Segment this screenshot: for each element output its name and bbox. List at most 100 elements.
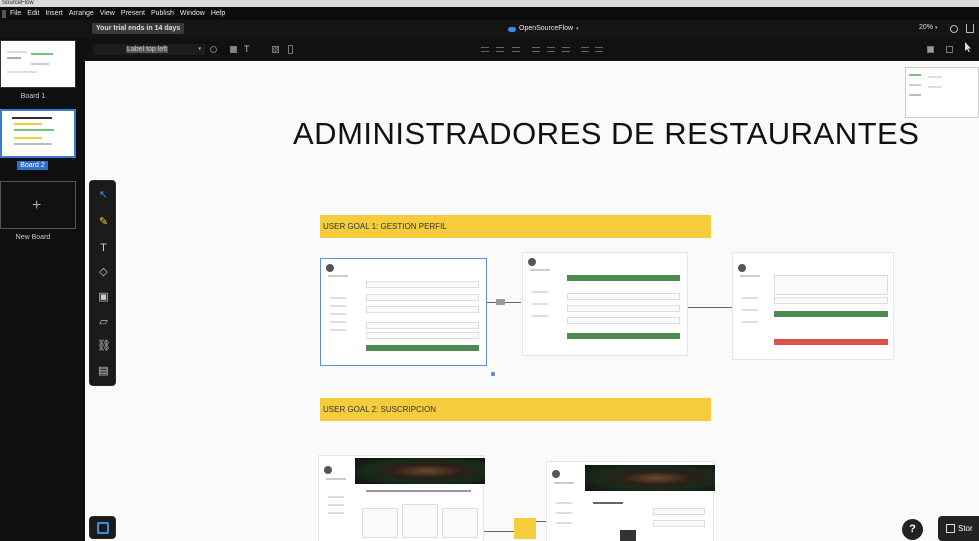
sidebar-line: [532, 315, 548, 317]
document-title[interactable]: OpenSourceFlow ▾: [508, 23, 579, 35]
pointer-tool[interactable]: ↖: [97, 189, 110, 202]
thumb-line: [928, 86, 942, 88]
form-field: [366, 281, 479, 288]
menu-file[interactable]: File: [7, 10, 24, 17]
form-field: [653, 508, 705, 515]
zoom-level[interactable]: 20% ▾: [919, 24, 937, 31]
form-field: [567, 305, 680, 312]
save-button: [774, 311, 888, 317]
app-window: SourceFlow File Edit Insert Arrange View…: [0, 0, 979, 541]
profile-photo: [620, 530, 636, 541]
form-field: [774, 275, 888, 295]
profile-screen-2[interactable]: [522, 252, 688, 356]
text-style-select[interactable]: Label top left ▾: [93, 44, 205, 55]
board-canvas[interactable]: ADMINISTRADORES DE RESTAURANTES USER GOA…: [85, 61, 979, 541]
align-middle-icon[interactable]: [547, 47, 555, 52]
component-tool[interactable]: ▤: [97, 365, 110, 378]
form-field: [653, 520, 705, 527]
document-title-label: OpenSourceFlow: [519, 25, 574, 32]
cursor-icon: [965, 42, 971, 52]
menu-edit[interactable]: Edit: [24, 10, 42, 17]
bring-front-icon[interactable]: [927, 46, 934, 53]
align-center-icon[interactable]: [496, 47, 504, 52]
thumb-line: [7, 51, 27, 53]
flow-note: [514, 518, 536, 539]
cursor-marker: [491, 372, 495, 376]
thumb-line: [14, 137, 42, 139]
avatar: [738, 264, 746, 272]
form-field: [567, 293, 680, 300]
action-button: [567, 275, 680, 281]
align-left-icon[interactable]: [481, 47, 489, 52]
menu-window[interactable]: Window: [177, 10, 208, 17]
sidebar-line: [742, 297, 758, 299]
fill-icon[interactable]: [230, 46, 237, 53]
send-back-icon[interactable]: [946, 46, 953, 53]
trial-badge[interactable]: Your trial ends in 14 days: [92, 23, 185, 34]
subscription-screen-2[interactable]: [546, 461, 715, 541]
thumb-line: [928, 76, 942, 78]
sidebar-line: [326, 478, 346, 480]
device-icon[interactable]: [288, 45, 293, 54]
avatar: [552, 470, 560, 478]
distribute-horizontal-icon[interactable]: [581, 47, 589, 52]
form-field: [366, 306, 479, 313]
price-line: [593, 502, 623, 504]
sidebar-line: [556, 512, 572, 514]
board-title[interactable]: ADMINISTRADORES DE RESTAURANTES: [293, 116, 919, 152]
image-tool[interactable]: ▣: [97, 291, 110, 304]
tool-palette: ↖ ✎ T ◇ ▣ ▱ ⛓ ▤: [89, 180, 116, 386]
menu-insert[interactable]: Insert: [42, 10, 66, 17]
goal-1-banner[interactable]: USER GOAL 1: GESTION PERFIL: [320, 215, 711, 238]
plan-heading: [366, 490, 471, 492]
text-style-value: Label top left: [126, 46, 169, 53]
menu-present[interactable]: Present: [118, 10, 148, 17]
new-board-button[interactable]: +: [0, 181, 76, 229]
save-button: [567, 333, 680, 339]
menu-view[interactable]: View: [97, 10, 118, 17]
menu-publish[interactable]: Publish: [148, 10, 177, 17]
minimap[interactable]: [905, 67, 979, 118]
profile-screen-3[interactable]: [732, 252, 894, 360]
sidebar-line: [330, 321, 346, 323]
align-right-icon[interactable]: [512, 47, 520, 52]
share-icon[interactable]: [966, 24, 974, 33]
sidebar-line: [328, 496, 344, 498]
thumb-line: [7, 71, 37, 73]
store-button[interactable]: Stor: [938, 516, 979, 541]
layers-button[interactable]: [89, 516, 116, 539]
subscription-screen-1[interactable]: [318, 455, 485, 541]
link-tool[interactable]: ⛓: [97, 340, 111, 353]
text-tool[interactable]: T: [97, 242, 110, 255]
thumb-line: [7, 57, 21, 59]
sidebar-line: [330, 297, 346, 299]
store-icon: [946, 524, 955, 533]
connector-label: [496, 299, 505, 305]
pattern-icon[interactable]: [272, 46, 279, 53]
board-2-label[interactable]: Board 2: [17, 161, 48, 170]
goal-2-banner[interactable]: USER GOAL 2: SUSCRIPCION: [320, 398, 711, 421]
menu-arrange[interactable]: Arrange: [66, 10, 97, 17]
profile-screen-1[interactable]: [320, 258, 487, 366]
app-icon: [2, 9, 6, 18]
thumb-line: [14, 123, 42, 125]
account-icon[interactable]: [950, 25, 958, 33]
link-icon[interactable]: [210, 46, 217, 53]
sidebar-line: [556, 502, 572, 504]
food-image: [355, 458, 485, 484]
menu-help[interactable]: Help: [208, 10, 228, 17]
shapes-tool[interactable]: ◇: [97, 266, 110, 279]
pen-tool[interactable]: ✎: [97, 216, 110, 229]
align-top-icon[interactable]: [532, 47, 540, 52]
thumb-line: [909, 94, 921, 96]
sidebar-line: [742, 321, 758, 323]
board-1-label[interactable]: Board 1: [0, 93, 66, 100]
align-bottom-icon[interactable]: [562, 47, 570, 52]
distribute-vertical-icon[interactable]: [595, 47, 603, 52]
sticky-tool[interactable]: ▱: [97, 316, 110, 329]
board-1-thumbnail[interactable]: [0, 40, 76, 88]
text-format-icon[interactable]: T: [244, 44, 250, 54]
sidebar-line: [740, 275, 760, 277]
board-2-thumbnail[interactable]: [0, 109, 76, 158]
help-button[interactable]: ?: [902, 519, 923, 540]
